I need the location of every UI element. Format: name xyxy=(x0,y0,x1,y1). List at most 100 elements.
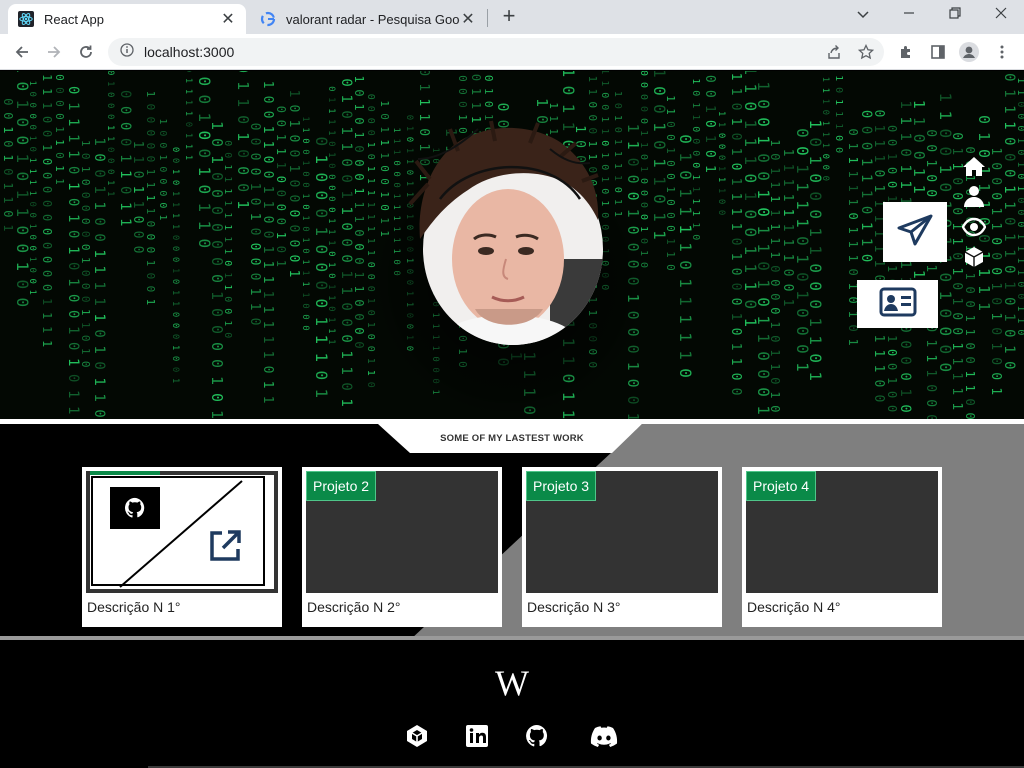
matrix-glyph: 0 xyxy=(170,147,180,152)
matrix-glyph: 0 xyxy=(27,212,37,217)
info-icon[interactable] xyxy=(120,42,134,62)
minimize-icon[interactable] xyxy=(895,4,923,26)
matrix-glyph: 1 xyxy=(1001,249,1017,257)
matrix-glyph: 1 xyxy=(27,135,37,140)
matrix-glyph: 1 xyxy=(559,104,578,114)
matrix-glyph: 1 xyxy=(638,142,649,148)
project-card-2[interactable]: Projeto 2 Descrição N 2° xyxy=(302,467,502,627)
matrix-glyph: 0 xyxy=(79,192,92,199)
github-icon[interactable] xyxy=(525,724,549,748)
matrix-glyph: 1 xyxy=(144,208,157,215)
project-card-4[interactable]: Projeto 4 Descrição N 4° xyxy=(742,467,942,627)
discord-icon[interactable] xyxy=(590,724,618,748)
matrix-glyph: 1 xyxy=(352,75,366,82)
matrix-glyph: 0 xyxy=(352,173,366,180)
matrix-glyph: 0 xyxy=(144,117,157,124)
matrix-glyph: 0 xyxy=(728,388,743,396)
matrix-glyph: 0 xyxy=(65,262,81,270)
browser-menu-icon[interactable] xyxy=(991,40,1013,64)
matrix-glyph: 0 xyxy=(352,327,366,334)
matrix-glyph: 0 xyxy=(144,104,157,111)
matrix-glyph: 0 xyxy=(40,270,54,277)
matrix-glyph: 1 xyxy=(988,147,1003,155)
matrix-glyph: 1 xyxy=(144,299,157,306)
matrix-glyph: 0 xyxy=(79,270,92,277)
tab-react-app[interactable]: React App ✕ xyxy=(8,4,246,34)
restore-icon[interactable] xyxy=(941,4,969,26)
matrix-glyph: 1 xyxy=(676,278,695,288)
send-message-button[interactable] xyxy=(883,202,947,262)
unity-icon[interactable] xyxy=(405,724,429,748)
matrix-glyph: 1 xyxy=(768,251,782,258)
project-card-1[interactable]: Descrição N 1° xyxy=(82,467,282,627)
matrix-glyph: 1 xyxy=(1001,233,1017,241)
matrix-glyph: 1 xyxy=(365,178,376,184)
matrix-glyph: 0 xyxy=(806,299,825,309)
eye-icon[interactable] xyxy=(961,215,987,239)
profile-avatar-icon[interactable] xyxy=(958,40,980,64)
tab-google-search[interactable]: valorant radar - Pesquisa Google ✕ xyxy=(250,4,486,34)
work-section: SOME OF MY LASTEST WORK Descrição N 1° P… xyxy=(0,424,1024,640)
matrix-glyph: 0 xyxy=(716,199,726,204)
back-arrow-icon[interactable] xyxy=(10,40,34,64)
matrix-glyph: 0 xyxy=(365,154,376,160)
close-window-icon[interactable] xyxy=(987,4,1015,26)
address-bar[interactable]: localhost:3000 xyxy=(108,38,884,66)
matrix-glyph: 1 xyxy=(222,200,233,206)
close-tab-icon[interactable]: ✕ xyxy=(460,9,476,29)
linkedin-icon[interactable] xyxy=(465,724,489,748)
reload-icon[interactable] xyxy=(74,40,98,64)
side-panel-icon[interactable] xyxy=(927,40,949,64)
matrix-glyph: 1 xyxy=(638,130,649,136)
matrix-glyph: 1 xyxy=(130,141,145,149)
matrix-glyph: 0 xyxy=(1001,361,1017,369)
matrix-glyph: 0 xyxy=(716,210,726,215)
matrix-glyph: 1 xyxy=(247,183,262,191)
matrix-glyph: 0 xyxy=(183,122,193,127)
matrix-glyph: 1 xyxy=(833,111,844,117)
matrix-glyph: 1 xyxy=(885,153,899,160)
matrix-glyph: 0 xyxy=(793,146,812,156)
matrix-glyph: 0 xyxy=(352,341,366,348)
matrix-glyph: 0 xyxy=(27,124,37,129)
home-icon[interactable] xyxy=(962,155,986,179)
matrix-glyph: 1 xyxy=(157,214,168,220)
external-link-icon[interactable] xyxy=(208,529,242,568)
matrix-glyph: 0 xyxy=(1001,265,1017,273)
matrix-glyph: 0 xyxy=(820,176,830,181)
matrix-glyph: 1 xyxy=(27,256,37,261)
matrix-glyph: 0 xyxy=(222,260,233,266)
user-icon[interactable] xyxy=(962,185,986,209)
matrix-glyph: 1 xyxy=(27,157,37,162)
extensions-puzzle-icon[interactable] xyxy=(895,40,917,64)
matrix-glyph: 1 xyxy=(716,122,726,127)
new-tab-icon[interactable]: + xyxy=(498,5,520,27)
matrix-glyph: 0 xyxy=(846,128,860,135)
cube-icon[interactable] xyxy=(962,245,986,269)
matrix-glyph: 0 xyxy=(702,75,717,83)
bookmark-star-icon[interactable] xyxy=(855,40,877,64)
contact-card-button[interactable] xyxy=(857,280,938,328)
matrix-glyph: 1 xyxy=(260,246,275,254)
matrix-glyph: 0 xyxy=(222,140,233,146)
matrix-glyph: 0 xyxy=(728,163,743,171)
matrix-glyph: 0 xyxy=(91,153,107,161)
matrix-glyph: 1 xyxy=(170,268,180,273)
tab-search-chevron-icon[interactable] xyxy=(849,4,877,26)
github-icon[interactable] xyxy=(110,487,160,529)
matrix-glyph: 0 xyxy=(40,116,54,123)
matrix-glyph: 0 xyxy=(820,165,830,170)
matrix-glyph: 0 xyxy=(91,169,107,177)
matrix-glyph: 0 xyxy=(300,226,310,231)
close-tab-icon[interactable]: ✕ xyxy=(220,9,236,29)
matrix-glyph: 0 xyxy=(79,231,92,238)
matrix-glyph: 0 xyxy=(1015,113,1024,119)
matrix-glyph: 0 xyxy=(716,155,726,160)
matrix-glyph: 1 xyxy=(846,226,860,233)
share-icon[interactable] xyxy=(823,40,845,64)
forward-arrow-icon[interactable] xyxy=(42,40,66,64)
matrix-glyph: 1 xyxy=(728,148,743,156)
matrix-glyph: 1 xyxy=(1001,281,1017,289)
project-card-3[interactable]: Projeto 3 Descrição N 3° xyxy=(522,467,722,627)
matrix-glyph: 0 xyxy=(702,150,717,158)
